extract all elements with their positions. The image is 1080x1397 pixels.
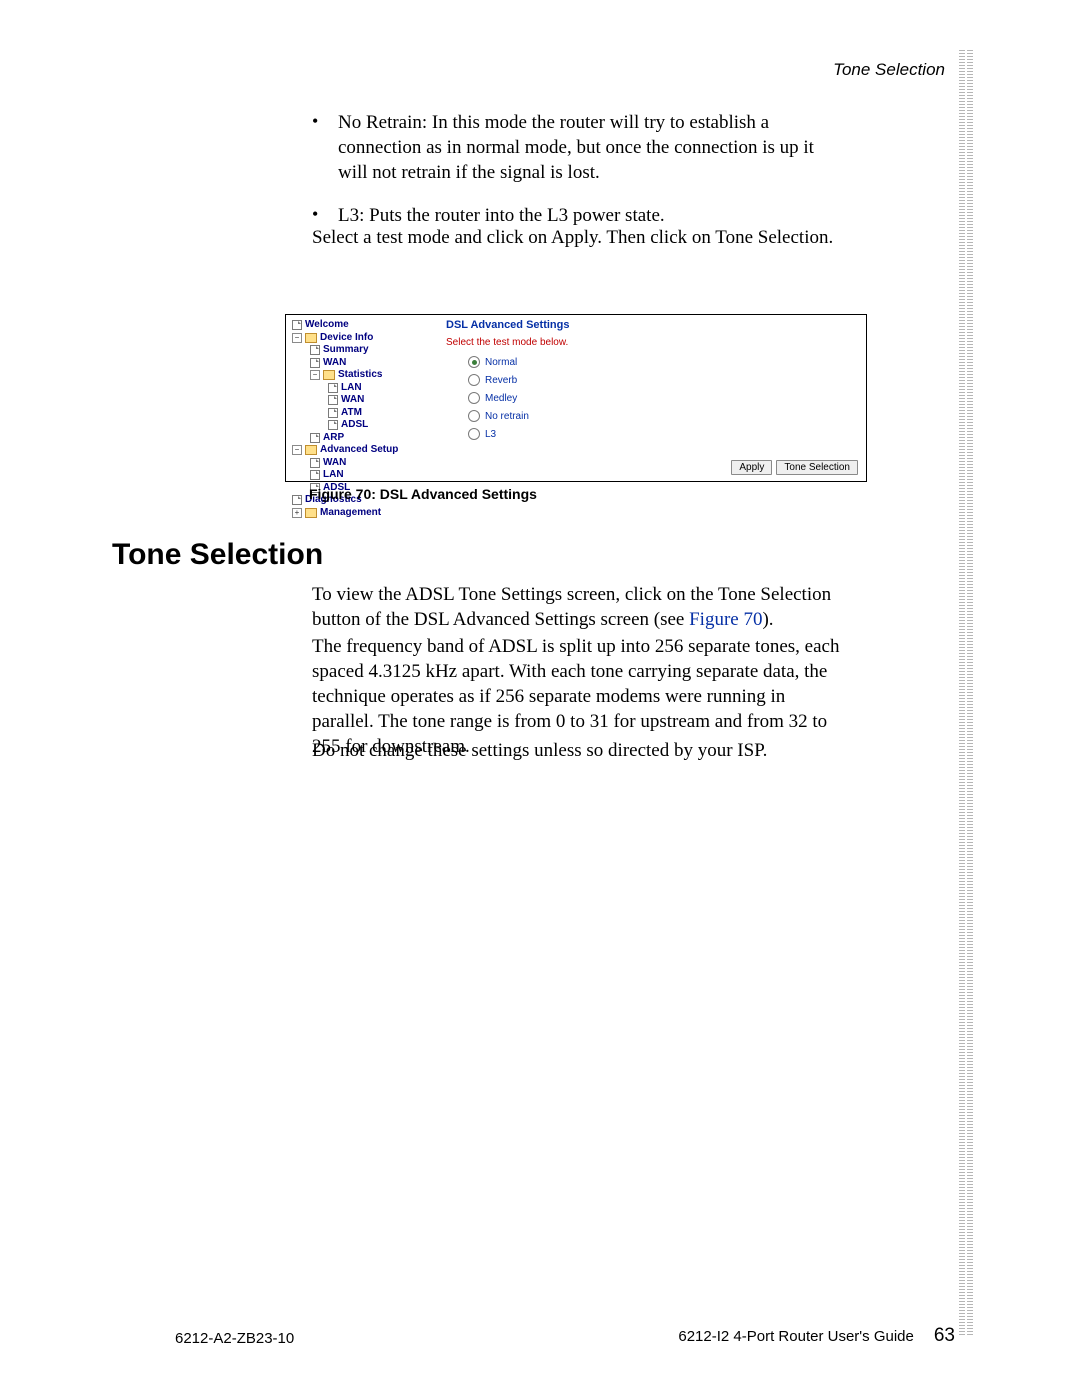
figure-caption: Figure 70: DSL Advanced Settings [309, 486, 537, 502]
folder-icon [305, 508, 317, 518]
radio-icon[interactable] [468, 374, 480, 386]
page-icon [328, 420, 338, 430]
tree-adsl-1[interactable]: ADSL [292, 419, 432, 432]
tree-management[interactable]: +Management [292, 507, 432, 520]
folder-open-icon [305, 333, 317, 343]
margin-ornament-inner [959, 50, 965, 1337]
figure-cross-ref[interactable]: Figure 70 [689, 609, 762, 630]
opt-normal[interactable]: Normal [468, 356, 858, 368]
section-para-1: To view the ADSL Tone Settings screen, c… [312, 582, 846, 632]
tree-device-info[interactable]: −Device Info [292, 332, 432, 345]
page-icon [292, 320, 302, 330]
page-icon [310, 458, 320, 468]
page-icon [310, 345, 320, 355]
settings-panel: DSL Advanced Settings Select the test mo… [446, 319, 858, 446]
opt-no-retrain[interactable]: No retrain [468, 410, 858, 422]
folder-open-icon [323, 370, 335, 380]
page-icon [328, 395, 338, 405]
tree-welcome[interactable]: Welcome [292, 319, 432, 332]
radio-icon[interactable] [468, 410, 480, 422]
folder-open-icon [305, 445, 317, 455]
tree-adv-setup[interactable]: −Advanced Setup [292, 444, 432, 457]
radio-icon[interactable] [468, 356, 480, 368]
tree-wan-1[interactable]: WAN [292, 357, 432, 370]
tree-arp[interactable]: ARP [292, 432, 432, 445]
panel-instruction: Select the test mode below. [446, 337, 858, 348]
running-header: Tone Selection [833, 60, 945, 80]
tree-wan-3[interactable]: WAN [292, 457, 432, 470]
figure-dsl-advanced-settings: Welcome −Device Info Summary WAN −Statis… [285, 314, 867, 482]
footer-doc-title: 6212-I2 4-Port Router User's Guide63 [678, 1325, 955, 1347]
radio-icon[interactable] [468, 392, 480, 404]
collapse-icon[interactable]: − [310, 370, 320, 380]
margin-ornament-outer [967, 50, 973, 1337]
tree-lan-1[interactable]: LAN [292, 382, 432, 395]
opt-medley[interactable]: Medley [468, 392, 858, 404]
panel-title: DSL Advanced Settings [446, 319, 858, 331]
tree-atm[interactable]: ATM [292, 407, 432, 420]
bullet-l3: L3: Puts the router into the L3 power st… [338, 205, 665, 226]
radio-icon[interactable] [468, 428, 480, 440]
page-icon [310, 433, 320, 443]
page-icon [292, 495, 302, 505]
opt-reverb[interactable]: Reverb [468, 374, 858, 386]
page-icon [310, 470, 320, 480]
expand-icon[interactable]: + [292, 508, 302, 518]
page-icon [328, 408, 338, 418]
page-icon [328, 383, 338, 393]
tree-lan-2[interactable]: LAN [292, 469, 432, 482]
section-heading: Tone Selection [112, 538, 323, 572]
apply-button[interactable]: Apply [731, 460, 772, 475]
bullet-no-retrain: No Retrain: In this mode the router will… [338, 112, 814, 183]
tree-wan-2[interactable]: WAN [292, 394, 432, 407]
tree-summary[interactable]: Summary [292, 344, 432, 357]
tree-statistics[interactable]: −Statistics [292, 369, 432, 382]
tone-selection-button[interactable]: Tone Selection [776, 460, 858, 475]
section-para-3: Do not change these settings unless so d… [312, 738, 846, 763]
collapse-icon[interactable]: − [292, 333, 302, 343]
collapse-icon[interactable]: − [292, 445, 302, 455]
opt-l3[interactable]: L3 [468, 428, 858, 440]
footer-doc-id: 6212-A2-ZB23-10 [175, 1330, 294, 1347]
page-icon [310, 358, 320, 368]
page-number: 63 [914, 1325, 955, 1346]
instruction-line: Select a test mode and click on Apply. T… [312, 225, 846, 250]
